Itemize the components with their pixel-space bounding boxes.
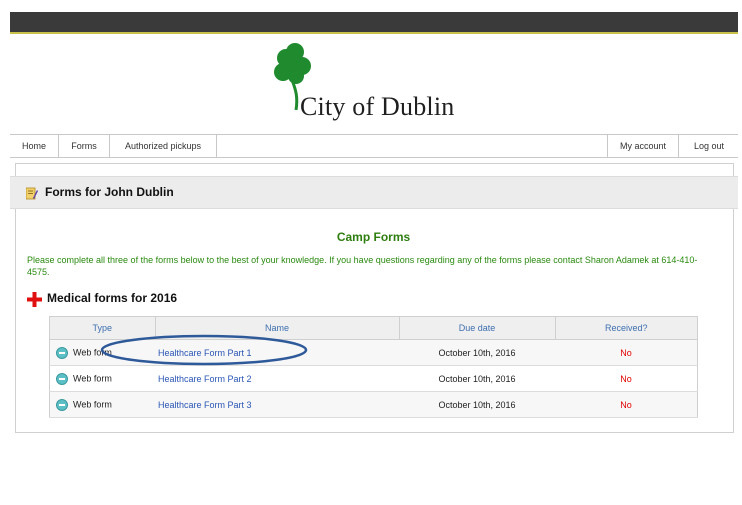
table-row: Web form Healthcare Form Part 2 October …: [49, 365, 698, 392]
nav-forms[interactable]: Forms: [59, 135, 110, 157]
form-received-status: No: [555, 391, 698, 418]
medical-forms-title: Medical forms for 2016: [47, 291, 178, 305]
nav-my-account[interactable]: My account: [607, 135, 678, 157]
instructions-text: Please complete all three of the forms b…: [27, 255, 698, 277]
table-row: Web form Healthcare Form Part 1 October …: [49, 339, 698, 366]
form-received-status: No: [555, 365, 698, 392]
column-header-received[interactable]: Received?: [554, 316, 698, 340]
forms-header-title: Forms for John Dublin: [45, 185, 174, 199]
form-name-link[interactable]: Healthcare Form Part 1: [155, 339, 399, 366]
forms-header: Forms for John Dublin: [10, 176, 738, 209]
web-form-icon: [56, 398, 68, 411]
column-header-type[interactable]: Type: [49, 316, 156, 340]
nav-home[interactable]: Home: [10, 135, 59, 157]
column-header-due-date[interactable]: Due date: [398, 316, 556, 340]
column-header-name[interactable]: Name: [154, 316, 400, 340]
form-name-link[interactable]: Healthcare Form Part 2: [155, 365, 399, 392]
web-form-icon: [56, 372, 68, 385]
form-due-date: October 10th, 2016: [399, 339, 555, 366]
form-type-cell: Web form: [49, 391, 155, 418]
form-type-cell: Web form: [49, 339, 155, 366]
nav-authorized-pickups[interactable]: Authorized pickups: [110, 135, 217, 157]
camp-forms-title: Camp Forms: [336, 230, 411, 244]
web-form-icon: [56, 346, 68, 359]
form-type-label: Web form: [73, 346, 112, 357]
form-due-date: October 10th, 2016: [399, 391, 555, 418]
form-name-link[interactable]: Healthcare Form Part 3: [155, 391, 399, 418]
header-accent-line: [10, 32, 738, 34]
form-due-date: October 10th, 2016: [399, 365, 555, 392]
form-type-label: Web form: [73, 398, 112, 409]
table-row: Web form Healthcare Form Part 3 October …: [49, 391, 698, 418]
form-type-cell: Web form: [49, 365, 155, 392]
form-type-label: Web form: [73, 372, 112, 383]
city-logo[interactable]: City of Dublin: [262, 40, 482, 126]
medical-cross-icon: [27, 292, 42, 307]
top-header-bar: [10, 12, 738, 32]
city-logo-text: City of Dublin: [300, 92, 455, 121]
form-received-status: No: [555, 339, 698, 366]
main-nav: Home Forms Authorized pickups My account…: [10, 134, 738, 158]
medical-forms-table: Type Name Due date Received? Web form He…: [49, 316, 698, 418]
edit-document-icon: [26, 187, 38, 200]
nav-log-out[interactable]: Log out: [678, 135, 739, 157]
